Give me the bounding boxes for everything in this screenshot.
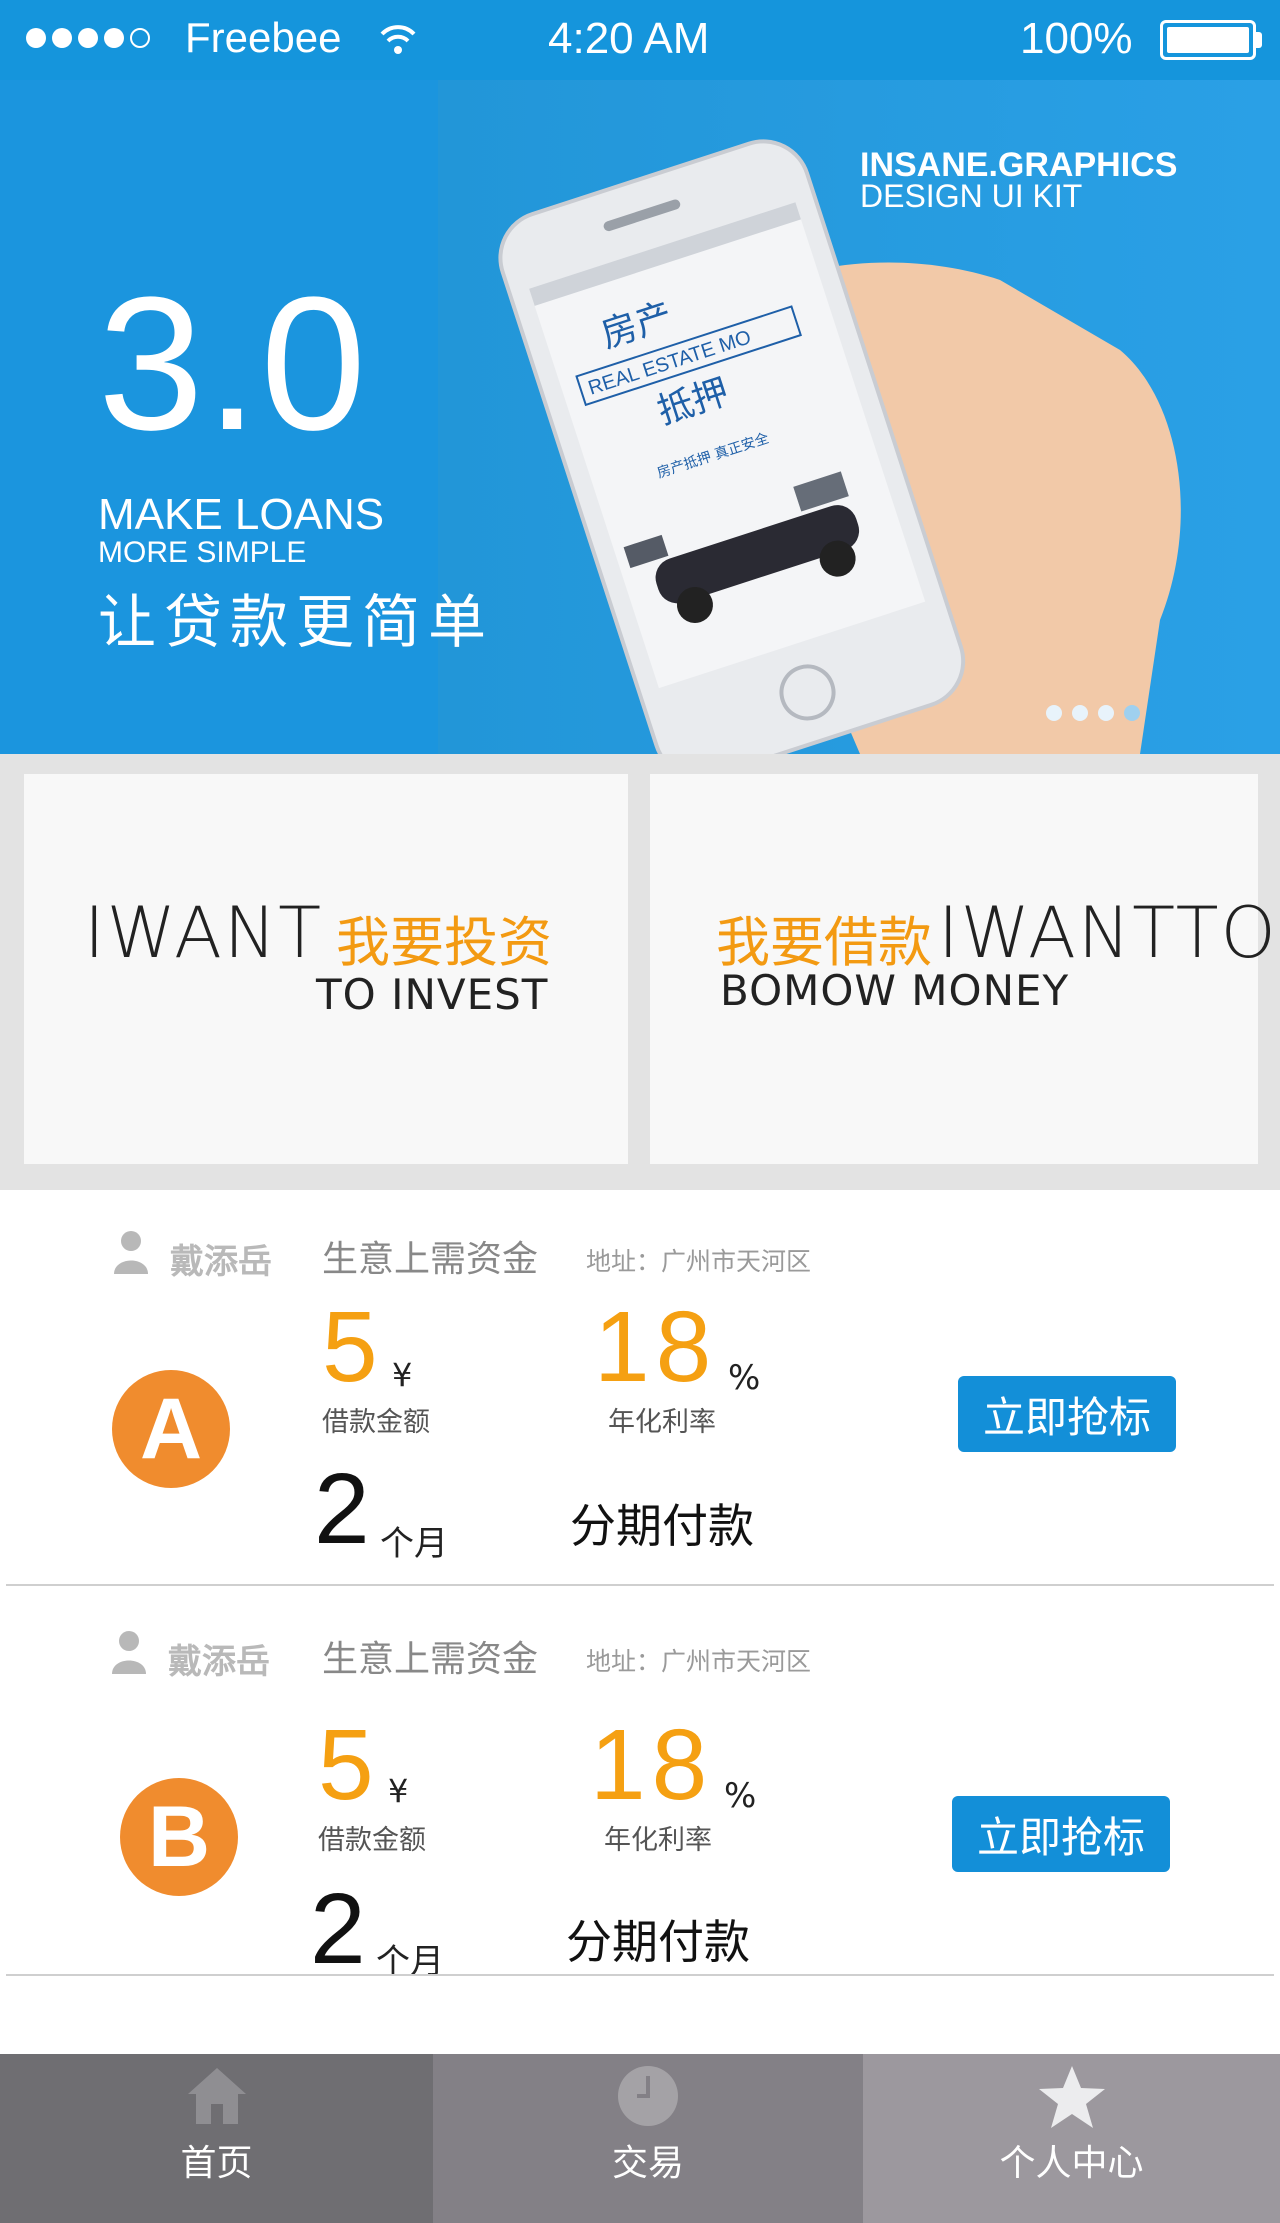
borrow-en-sub: BOMOW MONEY	[720, 966, 1070, 1015]
battery-icon	[1160, 20, 1256, 60]
interest-rate: 18	[590, 1709, 714, 1821]
borrower-name: 戴添岳	[168, 1642, 270, 1682]
interest-rate: 18	[594, 1291, 718, 1403]
clock-time: 4:20 AM	[548, 14, 710, 63]
repayment-type: 分期付款	[570, 1499, 754, 1553]
loan-item[interactable]: 戴添岳 生意上需资金 地址：广州市天河区 B 5 ¥ 借款金额 18 % 年化利…	[0, 1588, 1280, 1985]
user-icon	[114, 1231, 148, 1274]
rate-unit: %	[728, 1358, 761, 1398]
invest-en-sub: TO INVEST	[316, 970, 549, 1019]
grade-badge: A	[112, 1370, 230, 1488]
signal-strength-icon	[26, 28, 150, 48]
loan-address: 地址：广州市天河区	[586, 1647, 812, 1676]
tab-trade[interactable]: 交易	[433, 2054, 863, 2223]
tab-bar: 首页 交易 个人中心	[0, 2054, 1280, 2223]
borrow-card[interactable]: 我要借款 IWANTTO BOMOW MONEY	[650, 774, 1276, 1164]
loan-item[interactable]: 戴添岳 生意上需资金 地址：广州市天河区 A 5 ¥ 借款金额 18 % 年化利…	[0, 1190, 1280, 1586]
banner-headline: MAKE LOANS	[98, 490, 385, 539]
home-icon	[187, 2068, 246, 2124]
clock-icon	[618, 2066, 678, 2126]
user-icon	[112, 1631, 146, 1674]
loan-purpose: 生意上需资金	[322, 1639, 539, 1680]
tab-profile[interactable]: 个人中心	[863, 2054, 1280, 2223]
banner-slogan: 让贷款更简单	[98, 588, 495, 656]
bid-now-button[interactable]: 立即抢标	[958, 1376, 1176, 1452]
bid-now-button[interactable]: 立即抢标	[952, 1796, 1170, 1872]
term-unit: 个月	[380, 1524, 448, 1564]
borrower-name: 戴添岳	[170, 1242, 272, 1282]
loan-term: 2	[314, 1453, 370, 1565]
tab-label: 首页	[180, 2143, 253, 2184]
divider	[6, 1974, 1274, 1976]
loan-amount: 5	[318, 1709, 374, 1821]
amount-label: 借款金额	[318, 1825, 426, 1856]
pager-dot[interactable]	[1124, 705, 1140, 721]
invest-card[interactable]: IWANT 我要投资 TO INVEST	[24, 774, 628, 1164]
borrow-en-main: IWANTTO	[938, 892, 1278, 974]
tab-label: 个人中心	[999, 2143, 1144, 2184]
promo-section: IWANT 我要投资 TO INVEST 我要借款 IWANTTO BOMOW …	[0, 754, 1280, 1190]
divider	[6, 1584, 1274, 1586]
loan-address: 地址：广州市天河区	[586, 1247, 812, 1276]
tab-home[interactable]: 首页	[0, 2054, 433, 2223]
pager-dot[interactable]	[1098, 705, 1114, 721]
rate-label: 年化利率	[604, 1825, 712, 1856]
star-icon	[1038, 2066, 1105, 2128]
rate-label: 年化利率	[608, 1407, 716, 1438]
carousel-pager[interactable]	[1046, 705, 1140, 721]
kit-subtitle: DESIGN UI KIT	[860, 178, 1083, 214]
loan-purpose: 生意上需资金	[322, 1239, 539, 1280]
carrier-name: Freebee	[185, 14, 342, 61]
grade-badge: B	[120, 1778, 238, 1896]
status-bar: Freebee 4:20 AM 100%	[0, 0, 1280, 80]
tab-label: 交易	[611, 2143, 684, 2184]
invest-cn: 我要投资	[336, 911, 552, 974]
loan-term: 2	[310, 1873, 366, 1985]
version-number: 3.0	[98, 258, 369, 470]
amount-unit: ¥	[392, 1356, 413, 1394]
pager-dot-active[interactable]	[1046, 705, 1062, 721]
repayment-type: 分期付款	[566, 1915, 750, 1969]
battery-tip	[1256, 32, 1262, 48]
pager-dot[interactable]	[1072, 705, 1088, 721]
rate-unit: %	[724, 1776, 757, 1816]
amount-label: 借款金额	[322, 1407, 430, 1438]
amount-unit: ¥	[388, 1772, 409, 1810]
wifi-icon	[380, 25, 416, 54]
invest-en-main: IWANT	[84, 892, 324, 974]
banner-subline: MORE SIMPLE	[98, 536, 307, 569]
battery-percent: 100%	[1020, 14, 1133, 63]
hero-banner[interactable]: 房产 REAL ESTATE MO 抵押 房产抵押 真正安全 3.0 MAKE …	[0, 80, 1280, 754]
loan-amount: 5	[322, 1291, 378, 1403]
